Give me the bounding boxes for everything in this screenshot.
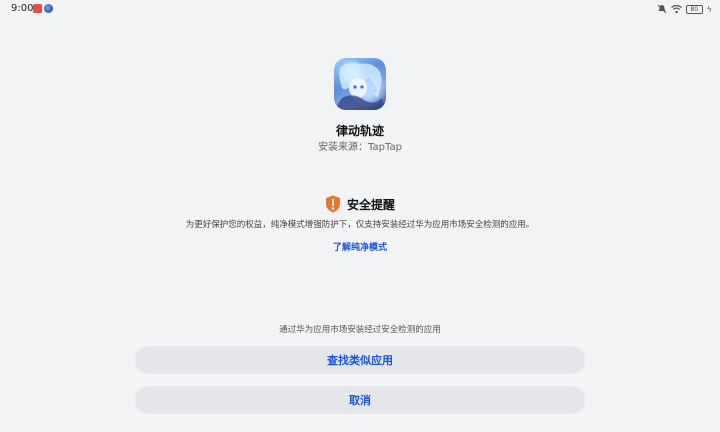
notification-app-icon (44, 4, 53, 13)
notification-app-icon (33, 4, 42, 13)
app-artwork-icon (334, 62, 386, 110)
app-name: 律动轨迹 (335, 124, 384, 138)
mute-icon (657, 4, 667, 14)
status-icons: 80 ϟ (657, 3, 712, 15)
security-title: 安全提醒 (346, 197, 395, 212)
cancel-button[interactable]: 取消 (135, 386, 585, 414)
learn-pure-mode-link[interactable]: 了解纯净模式 (0, 240, 720, 253)
status-bar: 9:00 80 ϟ (0, 0, 720, 18)
security-description: 为更好保护您的权益，纯净模式增强防护下，仅支持安装经过华为应用市场安全检测的应用… (185, 220, 535, 230)
app-icon (334, 58, 386, 110)
battery-icon: 80 (685, 4, 703, 14)
find-similar-apps-button[interactable]: 查找类似应用 (135, 346, 585, 374)
install-blocked-screen: 9:00 80 ϟ 律动轨迹 安装来源：TapTap 安全提醒 为更好保护您的权… (0, 0, 720, 432)
shield-warning-icon (325, 195, 340, 213)
status-time: 9:00 (11, 3, 34, 14)
security-header: 安全提醒 (0, 195, 720, 213)
charging-icon: ϟ (706, 4, 712, 14)
install-source: 安装来源：TapTap (318, 142, 402, 153)
wifi-icon (670, 4, 682, 14)
install-hint: 通过华为应用市场安装经过安全检测的应用 (279, 325, 441, 335)
